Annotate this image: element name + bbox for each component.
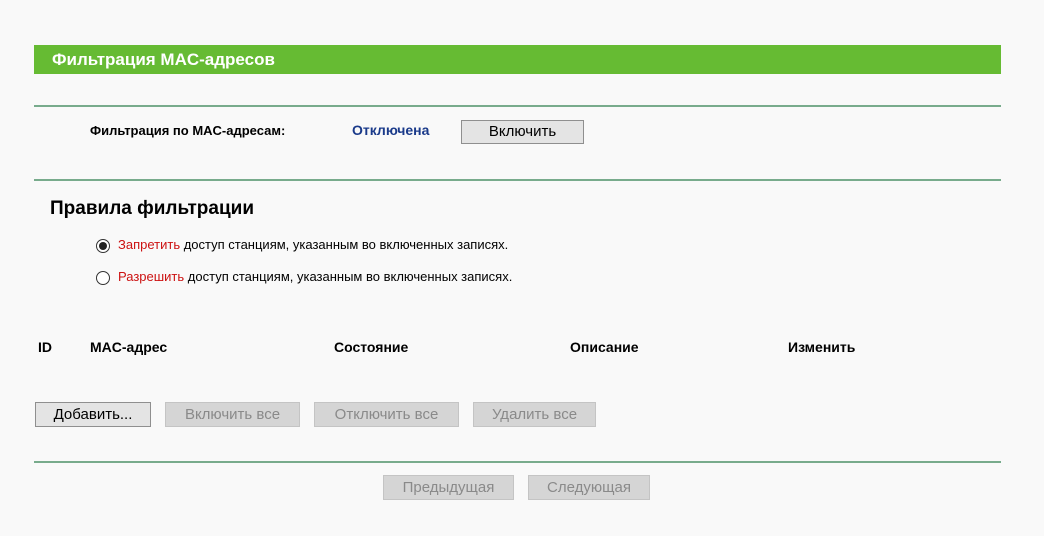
- next-page-button[interactable]: Следующая: [528, 475, 650, 500]
- mac-filter-label: Фильтрация по MAC-адресам:: [90, 123, 286, 138]
- divider-middle: [34, 179, 1001, 181]
- page-title: Фильтрация MAC-адресов: [34, 45, 1001, 74]
- enable-filter-button[interactable]: Включить: [461, 120, 584, 144]
- deny-keyword: Запретить: [118, 236, 181, 252]
- column-header-id: ID: [38, 339, 52, 355]
- allow-rule-row[interactable]: Разрешить доступ станциям, указанным во …: [96, 267, 512, 285]
- deny-rule-label: Запретить доступ станциям, указанным во …: [118, 237, 508, 252]
- divider-bottom: [34, 461, 1001, 463]
- allow-rule-text: доступ станциям, указанным во включенных…: [184, 268, 513, 284]
- deny-radio[interactable]: [96, 239, 110, 253]
- mac-filter-status: Отключена: [352, 122, 430, 138]
- divider-top: [34, 105, 1001, 107]
- deny-rule-row[interactable]: Запретить доступ станциям, указанным во …: [96, 235, 508, 253]
- column-header-status: Состояние: [334, 339, 409, 355]
- enable-all-button[interactable]: Включить все: [165, 402, 300, 427]
- delete-all-button[interactable]: Удалить все: [473, 402, 596, 427]
- previous-page-button[interactable]: Предыдущая: [383, 475, 514, 500]
- mac-filter-page: Фильтрация MAC-адресов Фильтрация по MAC…: [0, 0, 1044, 536]
- allow-rule-label: Разрешить доступ станциям, указанным во …: [118, 269, 512, 284]
- column-header-description: Описание: [570, 339, 639, 355]
- deny-rule-text: доступ станциям, указанным во включенных…: [180, 236, 509, 252]
- allow-keyword: Разрешить: [118, 268, 185, 284]
- allow-radio[interactable]: [96, 271, 110, 285]
- disable-all-button[interactable]: Отключить все: [314, 402, 459, 427]
- column-header-mac: MAC-адрес: [90, 339, 168, 355]
- add-entry-button[interactable]: Добавить...: [35, 402, 151, 427]
- filter-rules-heading: Правила фильтрации: [50, 198, 255, 219]
- column-header-modify: Изменить: [788, 339, 856, 355]
